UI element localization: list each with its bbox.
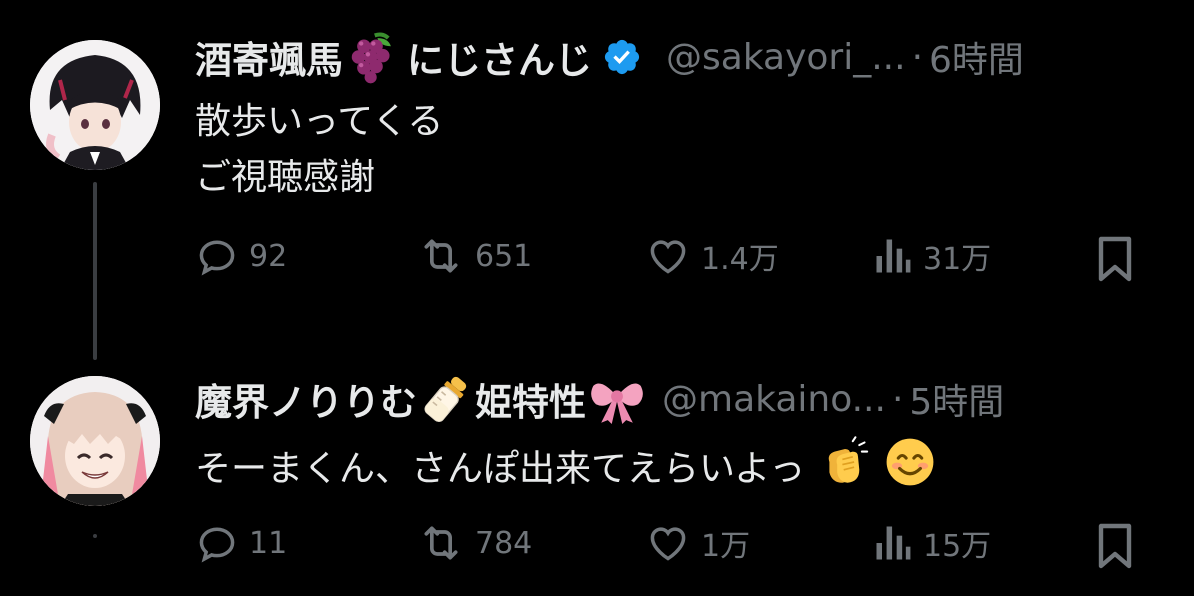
timestamp[interactable]: 5時間: [909, 373, 1004, 425]
heart-icon: [650, 527, 686, 561]
bookmark-button[interactable]: [1095, 521, 1135, 571]
timestamp[interactable]: 6時間: [929, 31, 1024, 83]
baby-bottle-icon: [419, 372, 473, 426]
repost-button[interactable]: 651: [417, 234, 532, 278]
smiling-face-icon: [884, 436, 936, 505]
views-count: 15万: [923, 529, 992, 564]
thread-connector-dot: [93, 534, 97, 538]
bookmark-button[interactable]: [1095, 234, 1135, 284]
tweet-text: そーまくん、さんぽ出来てえらいよっ: [195, 436, 1184, 505]
bookmark-icon: [1098, 523, 1132, 569]
ribbon-icon: [588, 372, 646, 426]
views-chart-icon: [876, 239, 911, 273]
handle[interactable]: @makaino...: [662, 379, 886, 420]
views-button[interactable]: 31万: [873, 234, 991, 278]
repost-icon: [424, 239, 458, 273]
display-name-suffix[interactable]: 姫特性: [475, 372, 586, 426]
reply-icon: [199, 527, 235, 563]
display-name[interactable]: 魔界ノりりむ: [195, 372, 417, 426]
separator: ·: [911, 36, 924, 78]
repost-button[interactable]: 784: [417, 521, 532, 565]
like-count: 1万: [701, 529, 751, 564]
views-button[interactable]: 15万: [873, 521, 991, 565]
tweet-text: 散歩いってくる ご視聴感謝: [195, 94, 1184, 206]
tweet-header: 魔界ノりりむ 姫特性 @makaino... · 5時間: [195, 366, 1184, 432]
bookmark-icon: [1098, 236, 1132, 282]
reply-count: 11: [249, 525, 288, 561]
grapes-icon: [345, 30, 399, 84]
verified-badge-icon: [602, 37, 642, 77]
separator: ·: [891, 378, 904, 420]
clapping-hands-icon: [817, 436, 873, 505]
display-name[interactable]: 酒寄颯馬: [195, 30, 343, 84]
like-button[interactable]: 1万: [645, 521, 750, 565]
avatar[interactable]: [30, 376, 160, 506]
display-name-suffix[interactable]: にじさんじ: [407, 30, 592, 84]
tweet-text-line: 散歩いってくる: [195, 101, 444, 142]
views-count: 31万: [923, 242, 992, 277]
reply-button[interactable]: 92: [195, 234, 287, 278]
thread-connector: [93, 182, 97, 360]
repost-count: 784: [475, 525, 533, 561]
views-chart-icon: [876, 526, 911, 560]
like-count: 1.4万: [701, 242, 779, 277]
heart-icon: [650, 240, 686, 274]
reply-count: 92: [249, 238, 288, 274]
repost-count: 651: [475, 238, 533, 274]
reply-icon: [199, 240, 235, 276]
avatar[interactable]: [30, 40, 160, 170]
tweet-text-line: そーまくん、さんぽ出来てえらいよっ: [195, 448, 806, 490]
like-button[interactable]: 1.4万: [645, 234, 779, 278]
action-bar: 11 784 1万 15万: [195, 521, 1184, 581]
tweet-text-line: ご視聴感謝: [195, 157, 376, 198]
handle[interactable]: @sakayori_...: [666, 37, 906, 78]
repost-icon: [424, 526, 458, 560]
tweet-header: 酒寄颯馬 にじさんじ @sakayori_... · 6時間: [195, 24, 1184, 90]
reply-button[interactable]: 11: [195, 521, 287, 565]
action-bar: 92 651 1.4万 31万: [195, 234, 1184, 294]
